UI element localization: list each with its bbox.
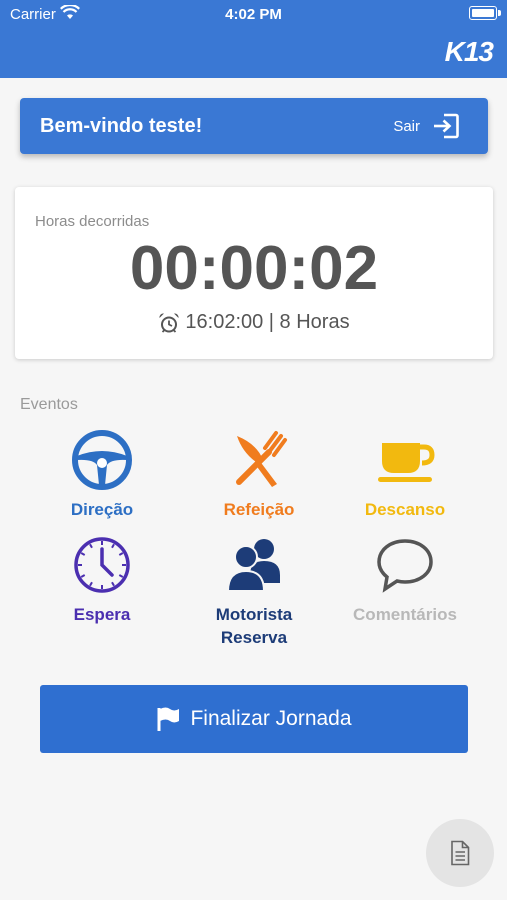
logout-icon xyxy=(434,113,459,139)
event-motorista-reserva-button[interactable]: Motorista Reserva xyxy=(179,533,329,649)
event-descanso-button[interactable]: Descanso xyxy=(330,428,480,521)
document-icon xyxy=(451,840,470,866)
event-direcao-button[interactable]: Direção xyxy=(27,428,177,521)
event-label: Refeição xyxy=(223,500,295,519)
clock-icon xyxy=(74,537,130,593)
event-comentarios-button[interactable]: Comentários xyxy=(330,533,480,626)
timer-card: Horas decorridas 00:00:02 16:02:00 | 8 H… xyxy=(15,187,493,359)
users-icon xyxy=(226,539,280,592)
welcome-banner: Bem-vindo teste! Sair xyxy=(20,98,488,154)
finish-journey-label: Finalizar Jornada xyxy=(190,707,352,730)
steering-wheel-icon xyxy=(72,430,132,490)
welcome-text: Bem-vindo teste! xyxy=(40,115,203,137)
event-label: Motorista Reserva xyxy=(215,605,293,647)
alarm-clock-icon xyxy=(159,312,179,333)
event-label: Descanso xyxy=(364,500,446,519)
status-time: 4:02 PM xyxy=(225,6,282,23)
logout-button[interactable]: Sair xyxy=(393,111,460,141)
event-espera-button[interactable]: Espera xyxy=(27,533,177,626)
timer-start-text: 16:02:00 | 8 Horas xyxy=(185,311,350,333)
event-label: Direção xyxy=(70,500,134,519)
finish-journey-button[interactable]: Finalizar Jornada xyxy=(40,685,468,753)
comment-icon xyxy=(377,539,433,593)
battery-icon xyxy=(469,6,501,20)
event-label: Espera xyxy=(73,605,131,624)
coffee-cup-icon xyxy=(378,443,435,482)
event-refeicao-button[interactable]: Refeição xyxy=(184,428,334,521)
timer-start-info: 16:02:00 | 8 Horas xyxy=(15,311,493,334)
logout-label: Sair xyxy=(393,117,420,135)
document-fab[interactable] xyxy=(426,819,494,887)
timer-label: Horas decorridas xyxy=(35,213,150,230)
elapsed-time: 00:00:02 xyxy=(129,234,379,303)
fork-knife-icon xyxy=(236,431,287,487)
events-section-title: Eventos xyxy=(20,396,78,413)
brand-logo: K13 xyxy=(444,36,494,67)
event-label: Comentários xyxy=(353,605,457,624)
app-header: Carrier 4:02 PM K13 xyxy=(0,0,507,78)
flag-icon xyxy=(157,707,180,731)
status-bar: Carrier 4:02 PM xyxy=(0,0,507,28)
